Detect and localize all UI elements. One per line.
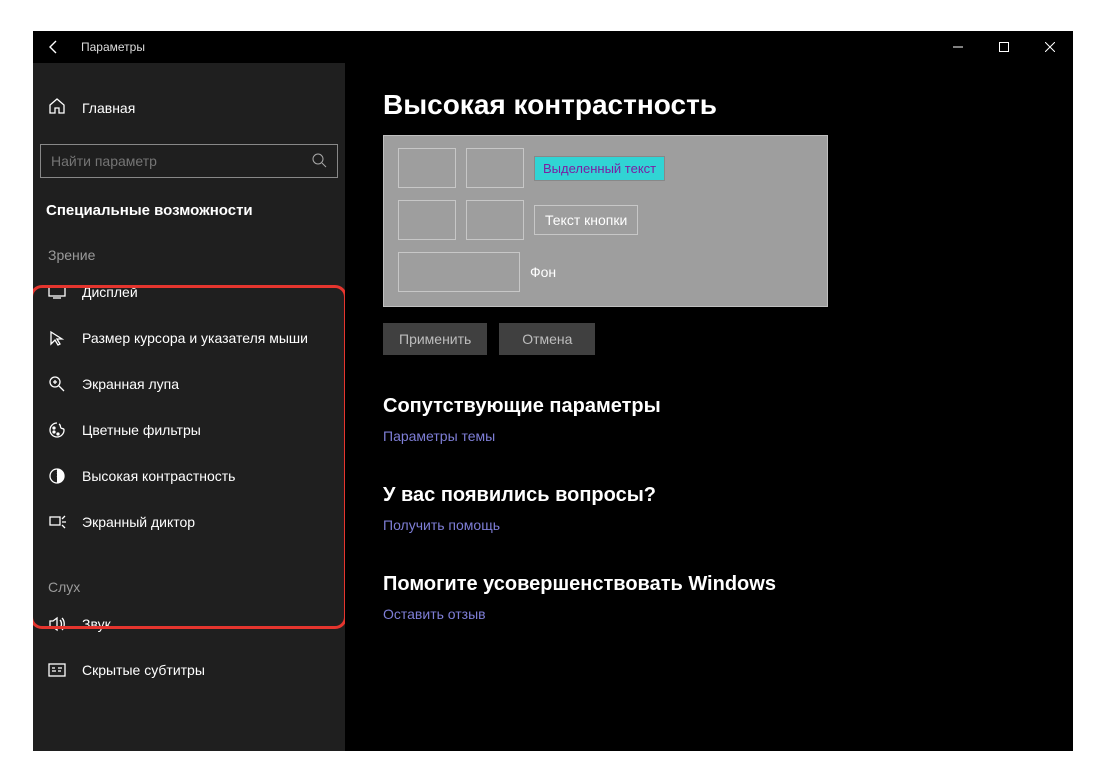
sidebar-item-label: Экранная лупа [82, 376, 179, 392]
sidebar-item-label: Размер курсора и указателя мыши [82, 330, 308, 346]
search-icon [311, 152, 327, 171]
sidebar-item-label: Скрытые субтитры [82, 662, 205, 678]
sidebar-item-label: Дисплей [82, 284, 138, 300]
back-button[interactable] [45, 38, 63, 56]
group-title-hearing: Слух [40, 579, 338, 595]
sidebar-item-sound[interactable]: Звук [40, 601, 338, 647]
category-title: Специальные возможности [40, 202, 338, 219]
main-content: Высокая контрастность Выделенный текст Т… [345, 63, 1073, 751]
preview-panel: Выделенный текст Текст кнопки Фон [383, 135, 828, 307]
sidebar-item-display[interactable]: Дисплей [40, 269, 338, 315]
palette-icon [48, 421, 66, 439]
magnifier-icon [48, 375, 66, 393]
feedback-heading: Помогите усовершенствовать Windows [383, 573, 1035, 596]
sidebar-item-captions[interactable]: Скрытые субтитры [40, 647, 338, 693]
maximize-button[interactable] [981, 31, 1027, 63]
sidebar-item-color-filters[interactable]: Цветные фильтры [40, 407, 338, 453]
color-swatch-background[interactable] [398, 252, 520, 292]
feedback-link[interactable]: Оставить отзыв [383, 606, 486, 622]
sidebar-item-narrator[interactable]: Экранный диктор [40, 499, 338, 545]
color-swatch-seltext-fg[interactable] [398, 148, 456, 188]
home-icon [48, 97, 66, 118]
sidebar-item-magnifier[interactable]: Экранная лупа [40, 361, 338, 407]
color-swatch-seltext-bg[interactable] [466, 148, 524, 188]
sidebar-item-high-contrast[interactable]: Высокая контрастность [40, 453, 338, 499]
sidebar: Главная Специальные возможности Зрение Д… [33, 63, 345, 751]
captions-icon [48, 661, 66, 679]
close-button[interactable] [1027, 31, 1073, 63]
search-field[interactable] [51, 153, 311, 169]
sidebar-item-label: Цветные фильтры [82, 422, 201, 438]
selected-text-sample: Выделенный текст [534, 156, 665, 181]
page-title: Высокая контрастность [383, 89, 1035, 121]
app-title: Параметры [81, 40, 145, 54]
questions-heading: У вас появились вопросы? [383, 484, 1035, 507]
search-input[interactable] [40, 144, 338, 178]
contrast-icon [48, 467, 66, 485]
sidebar-item-home[interactable]: Главная [40, 89, 338, 126]
titlebar: Параметры [33, 31, 1073, 63]
color-swatch-btntext-fg[interactable] [398, 200, 456, 240]
sidebar-item-label: Экранный диктор [82, 514, 195, 530]
sidebar-item-cursor[interactable]: Размер курсора и указателя мыши [40, 315, 338, 361]
related-heading: Сопутствующие параметры [383, 395, 1035, 418]
related-link[interactable]: Параметры темы [383, 428, 495, 444]
color-swatch-btntext-bg[interactable] [466, 200, 524, 240]
button-text-sample: Текст кнопки [534, 205, 638, 235]
cancel-button[interactable]: Отмена [499, 323, 595, 355]
sidebar-item-label: Звук [82, 616, 111, 632]
help-link[interactable]: Получить помощь [383, 517, 500, 533]
narrator-icon [48, 513, 66, 531]
display-icon [48, 283, 66, 301]
group-title-vision: Зрение [40, 247, 338, 263]
sound-icon [48, 615, 66, 633]
sidebar-item-label: Главная [82, 100, 135, 116]
cursor-icon [48, 329, 66, 347]
sidebar-item-label: Высокая контрастность [82, 468, 235, 484]
minimize-button[interactable] [935, 31, 981, 63]
apply-button[interactable]: Применить [383, 323, 487, 355]
background-label: Фон [530, 264, 556, 280]
